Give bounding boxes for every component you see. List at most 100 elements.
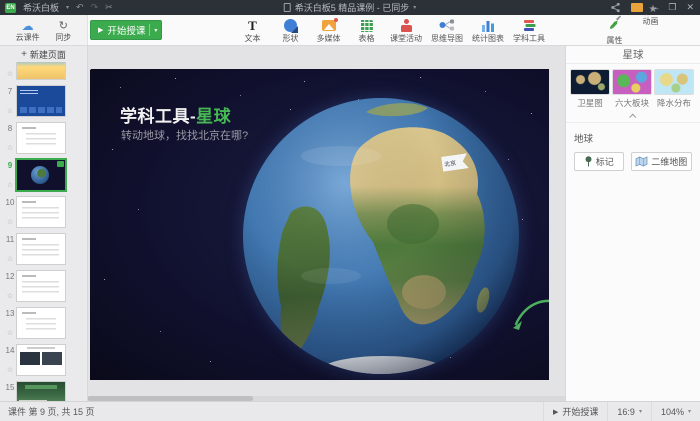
tool-subject-tools[interactable]: 学科工具 (511, 17, 547, 44)
cloud-icon: ☁ (22, 21, 34, 31)
tool-label: 表格 (359, 33, 375, 44)
slide-thumbnail-11[interactable]: 11 ☆ (3, 234, 87, 264)
new-page-button[interactable]: + 新建页面 (0, 46, 87, 62)
redo-icon[interactable]: ↷ (91, 3, 99, 12)
tool-text[interactable]: T 文本 (236, 17, 269, 44)
mark-button[interactable]: 标记 (574, 152, 624, 171)
caret-down-icon: ▾ (639, 408, 642, 415)
restore-icon[interactable]: ❐ (668, 2, 676, 13)
slide-preview[interactable] (17, 86, 65, 116)
slide-preview[interactable] (17, 271, 65, 301)
slide-number: 11 (6, 235, 14, 244)
slide-thumbnail-15[interactable]: 15 ☆ (3, 382, 87, 401)
precipitation-map-thumbnail[interactable] (655, 70, 693, 94)
satellite-map-thumbnail[interactable] (571, 70, 609, 94)
cut-icon[interactable]: ✂ (105, 3, 113, 12)
sync-label: 同步 (55, 32, 71, 43)
star-icon[interactable]: ☆ (7, 145, 13, 152)
map-button-label: 二维地图 (651, 155, 687, 168)
slide-thumbnail-6[interactable]: ☆ (3, 62, 87, 79)
tool-shape[interactable]: 形状 (274, 17, 307, 44)
close-icon[interactable]: ✕ (686, 2, 694, 13)
statusbar: 课件 第 9 页, 共 15 页 ▶ 开始授课 16:9 ▾ 104% ▾ (0, 401, 700, 421)
document-title[interactable]: 希沃白板5 精品课例 - 已同步 (295, 1, 410, 14)
slide-preview[interactable] (17, 197, 65, 227)
slide-preview[interactable] (17, 160, 65, 190)
feedback-icon[interactable] (631, 3, 643, 12)
start-class-button[interactable]: ▶ 开始授课 ▾ (90, 20, 162, 40)
statusbar-start-class-button[interactable]: ▶ 开始授课 (543, 402, 607, 421)
horizontal-scrollbar-thumb[interactable] (88, 396, 253, 401)
plates-map-thumbnail[interactable] (613, 70, 651, 94)
star-icon[interactable]: ☆ (7, 182, 13, 189)
subject-tools-icon (522, 19, 536, 32)
slide-thumbnail-8[interactable]: 8 ☆ (3, 123, 87, 153)
star-icon[interactable]: ☆ (7, 330, 13, 337)
app-menu[interactable]: 希沃白板 (23, 1, 59, 14)
slide-thumbnail-14[interactable]: 14 ☆ (3, 345, 87, 375)
start-class-caret-icon[interactable]: ▾ (154, 27, 157, 34)
slide-thumbnail-10[interactable]: 10 ☆ (3, 197, 87, 227)
slide-preview[interactable] (17, 62, 65, 79)
cloud-courseware-button[interactable]: ☁ 云课件 (16, 21, 40, 43)
slide-thumbnail-12[interactable]: 12 ☆ (3, 271, 87, 301)
titlebar: EN 希沃白板 ▾ ↶ ↷ ✂ 希沃白板5 精品课例 - 已同步 ▾ – ❐ ✕ (0, 0, 700, 15)
slide-preview[interactable] (17, 308, 65, 338)
slide-sidebar: + 新建页面 ☆ 7 ☆ (0, 46, 88, 401)
aspect-ratio-selector[interactable]: 16:9 ▾ (607, 402, 651, 421)
earth-globe-widget[interactable] (241, 96, 521, 376)
main-area: + 新建页面 ☆ 7 ☆ (0, 46, 700, 401)
table-icon (360, 20, 373, 32)
curved-arrow-annotation[interactable] (510, 297, 549, 335)
slide-list[interactable]: ☆ 7 ☆ 8 ☆ (0, 62, 87, 401)
slide-thumbnail-9-selected[interactable]: 9 ☆ (3, 160, 87, 190)
horizontal-scrollbar[interactable] (88, 396, 565, 401)
tool-class-activity[interactable]: 课堂活动 (388, 17, 424, 44)
tool-stats-chart[interactable]: 统计图表 (470, 17, 506, 44)
sync-button[interactable]: ↻ 同步 (55, 21, 71, 43)
mark-button-label: 标记 (596, 155, 614, 168)
toolbar-left-group: ☁ 云课件 ↻ 同步 (0, 15, 88, 45)
slide-thumbnail-7[interactable]: 7 ☆ (3, 86, 87, 116)
star-icon[interactable]: ☆ (7, 256, 13, 263)
document-title-caret-icon[interactable]: ▾ (413, 4, 416, 11)
document-icon (284, 3, 291, 12)
map-style-plates[interactable]: 六大板块 (613, 70, 651, 109)
tool-mindmap[interactable]: 思维导图 (429, 17, 465, 44)
tool-label: 文本 (245, 33, 261, 44)
zoom-level-selector[interactable]: 104% ▾ (651, 402, 700, 421)
canvas-zone: 学科工具-星球 转动地球，找找北京在哪? (88, 46, 565, 401)
slide-preview[interactable] (17, 123, 65, 153)
slide-canvas[interactable]: 学科工具-星球 转动地球，找找北京在哪? (90, 69, 549, 380)
undo-icon[interactable]: ↶ (76, 3, 84, 12)
star-icon[interactable]: ☆ (7, 108, 13, 115)
app-menu-caret-icon[interactable]: ▾ (66, 4, 69, 11)
star-icon[interactable]: ☆ (7, 71, 13, 78)
tool-table[interactable]: 表格 (350, 17, 383, 44)
start-class-label: 开始授课 (107, 23, 145, 37)
slide-title-prefix: 学科工具- (120, 107, 196, 126)
page-info: 课件 第 9 页, 共 15 页 (0, 405, 95, 418)
slide-preview[interactable] (17, 345, 65, 375)
map-style-precipitation[interactable]: 降水分布 (655, 70, 693, 109)
share-icon[interactable] (610, 2, 621, 13)
2d-map-button[interactable]: 二维地图 (631, 152, 692, 171)
slide-thumbnail-13[interactable]: 13 ☆ (3, 308, 87, 338)
panel-header: 星球 (566, 46, 700, 64)
tab-animation[interactable]: ★ ☆ 动画 (643, 15, 659, 46)
star-icon[interactable]: ☆ (7, 293, 13, 300)
star-icon[interactable]: ☆ (7, 367, 13, 374)
map-style-satellite[interactable]: 卫星图 (571, 70, 609, 109)
earth-globe[interactable] (241, 96, 521, 376)
slide-number: 8 (8, 124, 12, 133)
slide-subtitle[interactable]: 转动地球，找找北京在哪? (121, 127, 248, 143)
slide-active-badge (57, 161, 64, 167)
star-icon[interactable]: ☆ (7, 219, 13, 226)
slide-preview[interactable] (17, 234, 65, 264)
tab-properties[interactable]: 属性 (607, 15, 623, 46)
tab-label: 属性 (607, 35, 623, 46)
slide-title[interactable]: 学科工具-星球 (120, 102, 231, 127)
tool-media[interactable]: 多媒体 (312, 17, 345, 44)
collapse-section-button[interactable] (566, 111, 700, 123)
slide-preview[interactable] (17, 382, 65, 401)
